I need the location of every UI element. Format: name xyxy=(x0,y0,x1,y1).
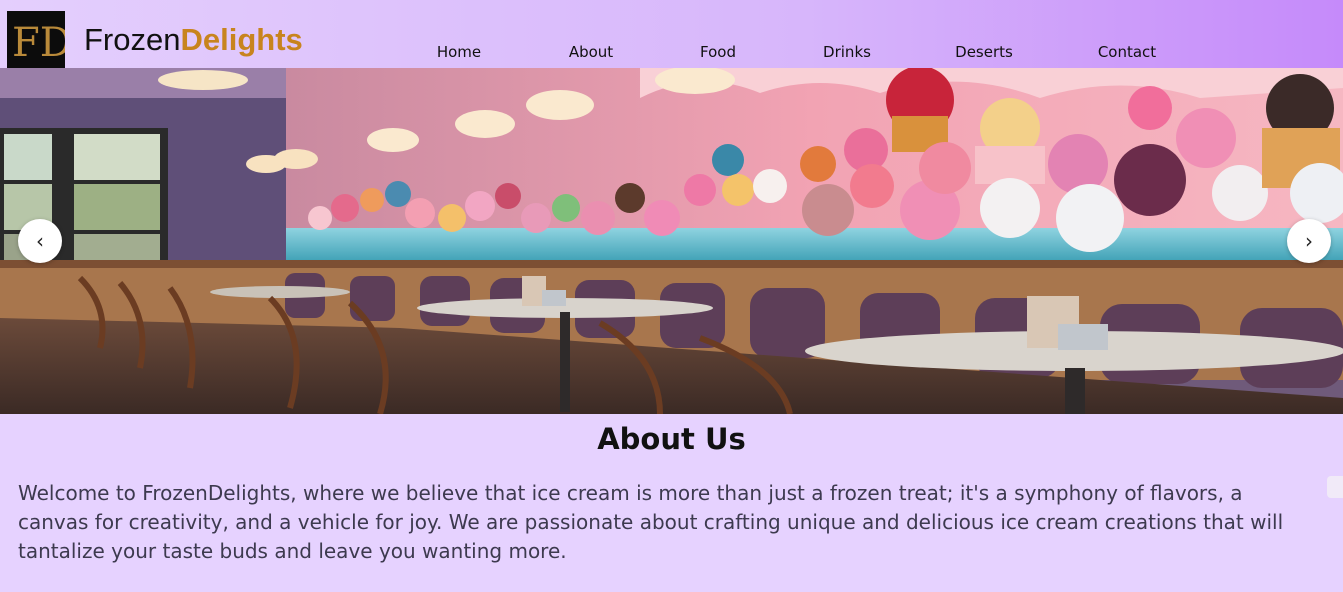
chevron-right-icon: › xyxy=(1305,229,1313,253)
nav-about[interactable]: About xyxy=(569,43,613,61)
nav-deserts[interactable]: Deserts xyxy=(955,43,1013,61)
carousel-prev-button[interactable]: ‹ xyxy=(18,219,62,263)
nav-food[interactable]: Food xyxy=(700,43,736,61)
hero-carousel: ‹ › xyxy=(0,68,1343,414)
about-text: Welcome to FrozenDelights, where we beli… xyxy=(18,481,1284,563)
main-nav: Home About Food Drinks Deserts Contact xyxy=(0,43,1343,63)
nav-drinks[interactable]: Drinks xyxy=(823,43,871,61)
nav-home[interactable]: Home xyxy=(437,43,481,61)
about-title: About Us xyxy=(597,422,746,456)
chevron-left-icon: ‹ xyxy=(36,229,44,253)
carousel-next-button[interactable]: › xyxy=(1287,219,1331,263)
nav-contact[interactable]: Contact xyxy=(1098,43,1156,61)
site-header: FD FrozenDelights Home About Food Drinks… xyxy=(0,0,1343,68)
side-tab[interactable] xyxy=(1327,476,1343,498)
hero-image xyxy=(0,68,1343,414)
